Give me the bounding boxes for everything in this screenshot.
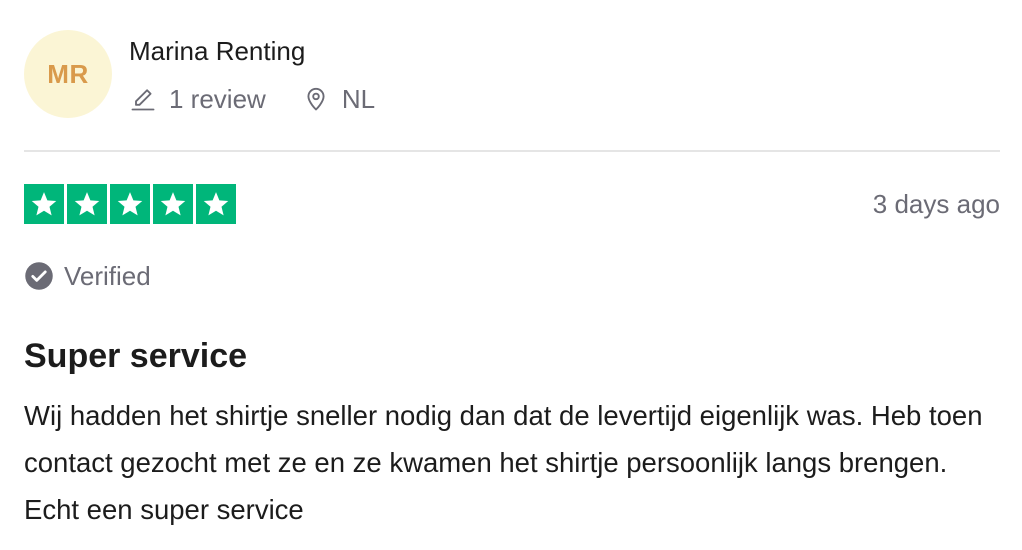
location-pin-icon [307, 87, 325, 111]
review-date[interactable]: 3 days ago [873, 186, 1000, 222]
reviewer-country: NL [302, 82, 375, 116]
star-5 [196, 184, 236, 224]
star-icon [117, 192, 143, 216]
star-3 [110, 184, 150, 224]
review-body: Wij hadden het shirtje sneller nodig dan… [24, 400, 983, 525]
review-count-label: 1 review [169, 84, 266, 114]
reviewer-meta: 1 review NL [129, 82, 375, 116]
review-card: MR Marina Renting 1 review NL 3 days ago… [0, 0, 1022, 550]
star-4 [153, 184, 193, 224]
rating-row: 3 days ago [24, 184, 1000, 226]
avatar[interactable]: MR [24, 30, 112, 118]
star-rating [24, 184, 239, 224]
checkmark-circle-icon [25, 262, 53, 290]
verified-badge[interactable]: Verified [24, 258, 151, 294]
verified-label: Verified [64, 261, 151, 291]
star-1 [24, 184, 64, 224]
star-icon [74, 192, 100, 216]
review-count: 1 review [129, 82, 266, 116]
pencil-icon [131, 89, 155, 111]
divider [24, 150, 1000, 152]
reviewer-name[interactable]: Marina Renting [129, 34, 305, 68]
star-2 [67, 184, 107, 224]
avatar-initials: MR [47, 58, 89, 89]
star-icon [203, 192, 229, 216]
review-title: Super service [24, 337, 248, 375]
country-label: NL [341, 84, 376, 114]
star-icon [31, 192, 57, 216]
reviewer-header: MR Marina Renting 1 review NL [24, 30, 1000, 120]
star-icon [160, 192, 186, 216]
